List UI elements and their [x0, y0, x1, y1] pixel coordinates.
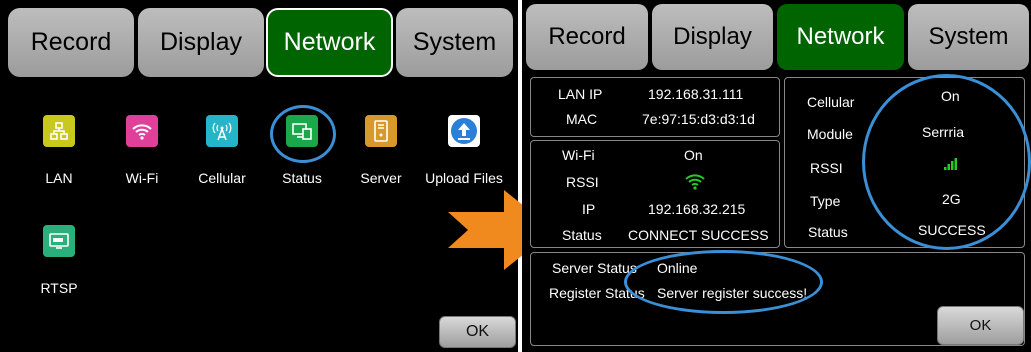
cellular-icon — [206, 115, 238, 147]
wifi-icon — [126, 115, 158, 147]
tab-display[interactable]: Display — [138, 8, 264, 77]
cellular-highlight-ring — [862, 74, 1031, 250]
tab-display[interactable]: Display — [652, 4, 773, 70]
type-label: Type — [810, 193, 841, 209]
tab-system[interactable]: System — [908, 4, 1029, 70]
server-icon — [365, 115, 397, 147]
ok-button[interactable]: OK — [937, 306, 1024, 345]
app-label: Status — [282, 170, 322, 186]
wifi-status-label: Status — [562, 227, 602, 243]
cell-rssi-label: RSSI — [810, 160, 843, 176]
wifi-value: On — [684, 147, 703, 163]
app-wifi[interactable]: Wi-Fi — [102, 115, 182, 186]
app-label: LAN — [45, 170, 73, 186]
wifi-status-value: CONNECT SUCCESS — [628, 227, 769, 243]
lan-mac-label: MAC — [566, 111, 598, 127]
server-status-label: Server Status — [552, 260, 637, 276]
app-label: Wi-Fi — [125, 170, 159, 186]
module-label: Module — [807, 126, 853, 142]
rtsp-icon — [43, 225, 75, 257]
tab-system[interactable]: System — [396, 8, 513, 77]
tab-record[interactable]: Record — [8, 8, 134, 77]
app-label: Upload Files — [425, 170, 503, 186]
server-highlight-ring — [624, 250, 823, 314]
tab-record[interactable]: Record — [526, 4, 648, 70]
wifi-label: Wi-Fi — [562, 147, 595, 163]
app-cellular[interactable]: Cellular — [182, 115, 262, 186]
lan-mac-value: 7e:97:15:d3:d3:1d — [642, 111, 755, 127]
app-label: RTSP — [40, 280, 78, 296]
app-label: Server — [360, 170, 402, 186]
network-menu-screen: Record Display Network System LAN Wi-Fi … — [0, 0, 518, 352]
status-highlight-ring — [270, 105, 336, 163]
upload-icon — [448, 115, 480, 147]
lan-ip-value: 192.168.31.111 — [648, 86, 744, 102]
cell-status-label: Status — [808, 224, 848, 240]
app-label: Cellular — [198, 170, 246, 186]
wifi-rssi-label: RSSI — [566, 174, 599, 190]
wifi-signal-icon — [685, 174, 705, 190]
cellular-label: Cellular — [807, 94, 855, 110]
network-status-screen: Record Display Network System LAN IP 192… — [522, 0, 1031, 352]
lan-icon — [43, 115, 75, 147]
app-server[interactable]: Server — [341, 115, 421, 186]
tab-network[interactable]: Network — [777, 4, 904, 70]
app-upload-files[interactable]: Upload Files — [424, 115, 504, 186]
wifi-ip-value: 192.168.32.215 — [648, 201, 746, 217]
lan-ip-label: LAN IP — [558, 86, 603, 102]
wifi-ip-label: IP — [582, 201, 596, 217]
tab-network[interactable]: Network — [266, 8, 393, 77]
app-lan[interactable]: LAN — [19, 115, 99, 186]
ok-button[interactable]: OK — [439, 316, 516, 348]
app-rtsp[interactable]: RTSP — [19, 225, 99, 296]
